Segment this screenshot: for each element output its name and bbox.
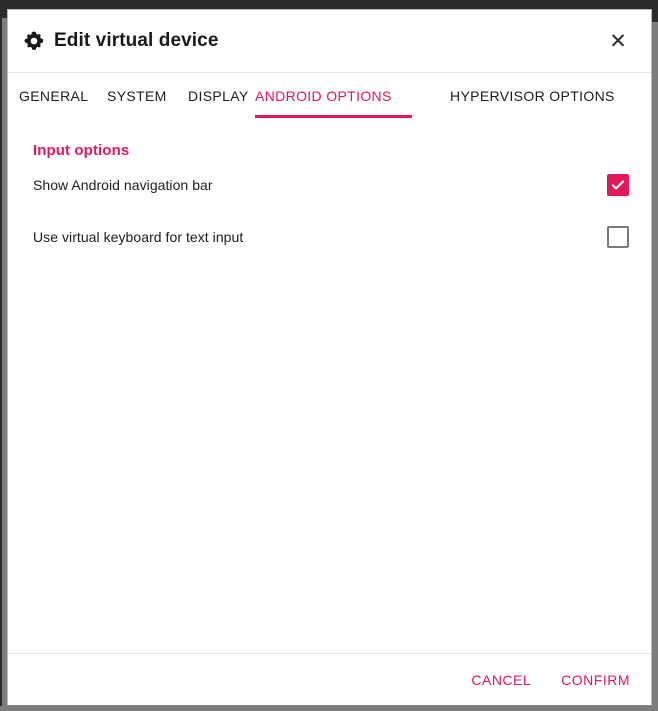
close-icon[interactable]: ✕ — [603, 26, 633, 56]
tab-system-label: SYSTEM — [107, 88, 167, 104]
edit-virtual-device-dialog: Edit virtual device ✕ GENERAL SYSTEM DIS… — [7, 9, 652, 706]
check-icon — [611, 180, 625, 190]
confirm-button[interactable]: CONFIRM — [559, 666, 632, 694]
option-label-show-navigation-bar: Show Android navigation bar — [33, 177, 213, 193]
dialog-titlebar: Edit virtual device ✕ — [8, 10, 651, 73]
section-title-input-options: Input options — [33, 142, 130, 159]
gear-icon — [24, 31, 44, 51]
active-tab-indicator — [255, 115, 412, 118]
tab-display[interactable]: DISPLAY — [188, 73, 264, 119]
tab-system[interactable]: SYSTEM — [107, 73, 183, 119]
tab-android-options[interactable]: ANDROID OPTIONS — [255, 73, 412, 119]
checkbox-show-navigation-bar[interactable] — [607, 174, 629, 196]
option-row-virtual-keyboard: Use virtual keyboard for text input — [24, 211, 633, 263]
checkbox-virtual-keyboard[interactable] — [607, 226, 629, 248]
tab-general-label: GENERAL — [19, 88, 89, 104]
dialog-body: Input options Show Android navigation ba… — [8, 119, 651, 653]
tab-android-options-label: ANDROID OPTIONS — [255, 88, 392, 104]
dialog-footer: CANCEL CONFIRM — [8, 653, 651, 705]
tab-hypervisor-options[interactable]: HYPERVISOR OPTIONS — [450, 73, 630, 119]
option-row-show-navigation-bar: Show Android navigation bar — [24, 159, 633, 211]
tab-hypervisor-options-label: HYPERVISOR OPTIONS — [450, 88, 615, 104]
option-label-virtual-keyboard: Use virtual keyboard for text input — [33, 229, 244, 245]
window-shadow-right — [652, 22, 658, 706]
tab-bar: GENERAL SYSTEM DISPLAY ANDROID OPTIONS H… — [8, 73, 651, 119]
tab-display-label: DISPLAY — [188, 88, 249, 104]
screen-root: Edit virtual device ✕ GENERAL SYSTEM DIS… — [0, 0, 658, 711]
cancel-button[interactable]: CANCEL — [469, 666, 533, 694]
dialog-title: Edit virtual device — [54, 30, 219, 51]
window-shadow-bottom — [0, 706, 658, 711]
tab-general[interactable]: GENERAL — [19, 73, 101, 119]
